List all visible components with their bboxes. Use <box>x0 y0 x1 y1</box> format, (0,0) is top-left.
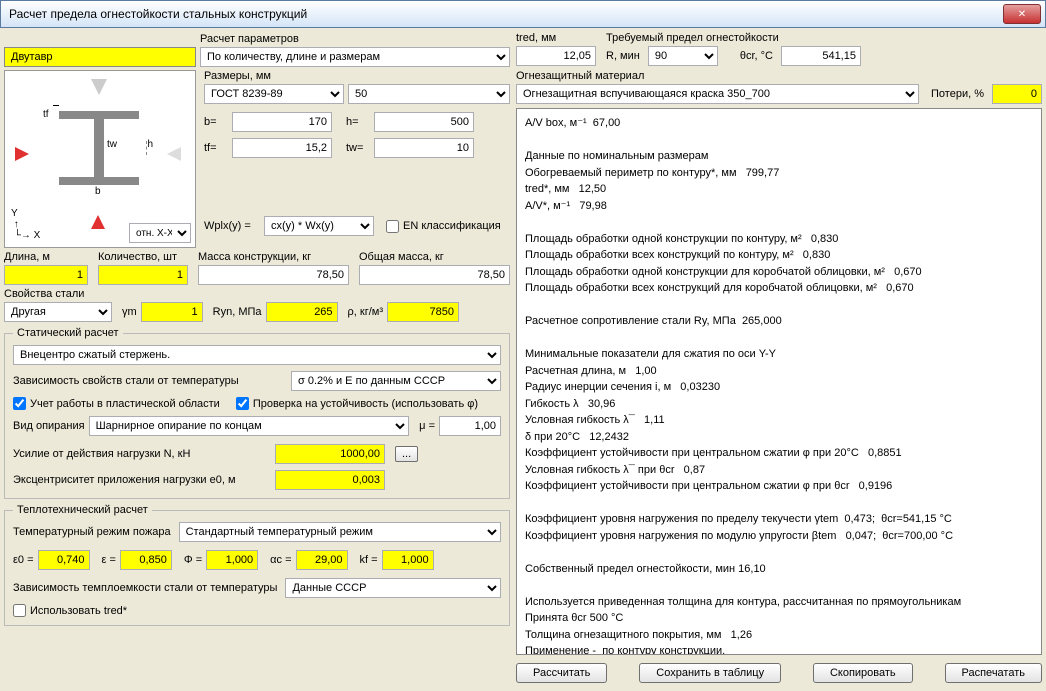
arrow-up-icon <box>91 215 105 229</box>
support-label: Вид опирания <box>13 420 85 432</box>
force-label: Усилие от действия нагрузки N, кН <box>13 448 271 460</box>
arrow-left-icon <box>167 147 181 161</box>
mass-input[interactable] <box>198 265 349 285</box>
wplx-select[interactable]: cx(y) * Wx(y) <box>264 216 374 236</box>
size-select[interactable]: 50 <box>348 84 510 104</box>
tred-input[interactable] <box>516 46 596 66</box>
sigma-select[interactable]: σ 0.2% и E по данным СССР <box>291 371 501 391</box>
dep-temp-label: Зависимость свойств стали от температуры <box>13 375 287 387</box>
fire-material-label: Огнезащитный материал <box>516 70 1042 82</box>
tw-label: tw= <box>346 142 370 154</box>
close-icon[interactable]: ✕ <box>1003 4 1041 24</box>
tw-input[interactable] <box>374 138 474 158</box>
total-mass-label: Общая масса, кг <box>359 251 510 263</box>
mu-label: μ = <box>419 420 435 432</box>
kf-input[interactable] <box>382 550 434 570</box>
steel-props-label: Свойства стали <box>4 288 510 300</box>
force-more-button[interactable]: ... <box>395 446 418 462</box>
ecc-input[interactable] <box>275 470 385 490</box>
save-table-button[interactable]: Сохранить в таблицу <box>639 663 781 683</box>
tred-label: tred, мм <box>516 32 596 44</box>
required-limit-label: Требуемый предел огнестойкости <box>606 32 1042 44</box>
plastic-check[interactable]: Учет работы в пластической области <box>13 397 220 410</box>
length-label: Длина, м <box>4 251 88 263</box>
thermal-legend: Теплотехнический расчет <box>13 504 152 516</box>
r-min-label: R, мин <box>606 50 640 62</box>
ecc-label: Эксцентриситет приложения нагрузки e0, м <box>13 474 271 486</box>
force-input[interactable] <box>275 444 385 464</box>
results-text[interactable]: A/V box, м⁻¹ 67,00 Данные по номинальным… <box>516 108 1042 655</box>
wplx-label: Wplx(y) = <box>204 220 260 232</box>
ryn-input[interactable] <box>266 302 338 322</box>
gamma-m-input[interactable] <box>141 302 203 322</box>
steel-type-select[interactable]: Другая <box>4 302 112 322</box>
axis-select[interactable]: отн. X-X <box>129 223 191 243</box>
phi-input[interactable] <box>206 550 258 570</box>
theta-cr-label: θcr, °C <box>740 50 773 62</box>
mass-label: Масса конструкции, кг <box>198 251 349 263</box>
gamma-m-label: γm <box>122 306 137 318</box>
calc-params-select[interactable]: По количеству, длине и размерам <box>200 47 510 67</box>
ac-label: αc = <box>270 554 291 566</box>
profile-type-display: Двутавр <box>4 47 196 67</box>
heat-dep-label: Зависимость темплоемкости стали от темпе… <box>13 582 277 594</box>
total-mass-input[interactable] <box>359 265 510 285</box>
stability-check[interactable]: Проверка на устойчивость (использовать φ… <box>236 397 478 410</box>
h-input[interactable] <box>374 112 474 132</box>
calc-params-label: Расчет параметров <box>200 33 510 45</box>
kf-label: kf = <box>360 554 378 566</box>
fire-mode-label: Температурный режим пожара <box>13 526 171 538</box>
eps-label: ε = <box>102 554 116 566</box>
theta-cr-input[interactable] <box>781 46 861 66</box>
rho-label: ρ, кг/м³ <box>348 306 383 318</box>
loss-input[interactable] <box>992 84 1042 104</box>
fire-mode-select[interactable]: Стандартный температурный режим <box>179 522 501 542</box>
mu-input[interactable] <box>439 416 501 436</box>
b-label: b= <box>204 116 228 128</box>
static-type-select[interactable]: Внецентро сжатый стержень. <box>13 345 501 365</box>
en-class-check[interactable]: EN классификация <box>386 220 501 233</box>
e0-label: ε0 = <box>13 554 34 566</box>
titlebar: Расчет предела огнестойкости стальных ко… <box>0 0 1046 28</box>
count-input[interactable] <box>98 265 188 285</box>
b-input[interactable] <box>232 112 332 132</box>
r-min-select[interactable]: 90 <box>648 46 718 66</box>
phi-label: Φ = <box>184 554 202 566</box>
heat-dep-select[interactable]: Данные СССР <box>285 578 501 598</box>
use-tred-check[interactable]: Использовать tred* <box>13 604 501 617</box>
eps-input[interactable] <box>120 550 172 570</box>
static-fieldset: Статический расчет Внецентро сжатый стер… <box>4 327 510 499</box>
tf-label: tf= <box>204 142 228 154</box>
loss-label: Потери, % <box>931 88 984 100</box>
gost-select[interactable]: ГОСТ 8239-89 <box>204 84 344 104</box>
sizes-label: Размеры, мм <box>204 70 510 82</box>
calculate-button[interactable]: Рассчитать <box>516 663 607 683</box>
length-input[interactable] <box>4 265 88 285</box>
tf-input[interactable] <box>232 138 332 158</box>
print-button[interactable]: Распечатать <box>945 663 1042 683</box>
e0-input[interactable] <box>38 550 90 570</box>
thermal-fieldset: Теплотехнический расчет Температурный ре… <box>4 504 510 626</box>
ryn-label: Ryn, МПа <box>213 306 262 318</box>
rho-input[interactable] <box>387 302 459 322</box>
fire-material-select[interactable]: Огнезащитная вспучивающаяся краска 350_7… <box>516 84 919 104</box>
arrow-right-icon <box>15 147 29 161</box>
section-diagram: tf tw h b Y ↑ └→ X отн. X-X <box>4 70 196 248</box>
h-label: h= <box>346 116 370 128</box>
static-legend: Статический расчет <box>13 327 123 339</box>
window-title: Расчет предела огнестойкости стальных ко… <box>9 7 1003 21</box>
support-select[interactable]: Шарнирное опирание по концам <box>89 416 410 436</box>
copy-button[interactable]: Скопировать <box>813 663 913 683</box>
count-label: Количество, шт <box>98 251 188 263</box>
ac-input[interactable] <box>296 550 348 570</box>
arrow-down-icon <box>91 79 107 95</box>
